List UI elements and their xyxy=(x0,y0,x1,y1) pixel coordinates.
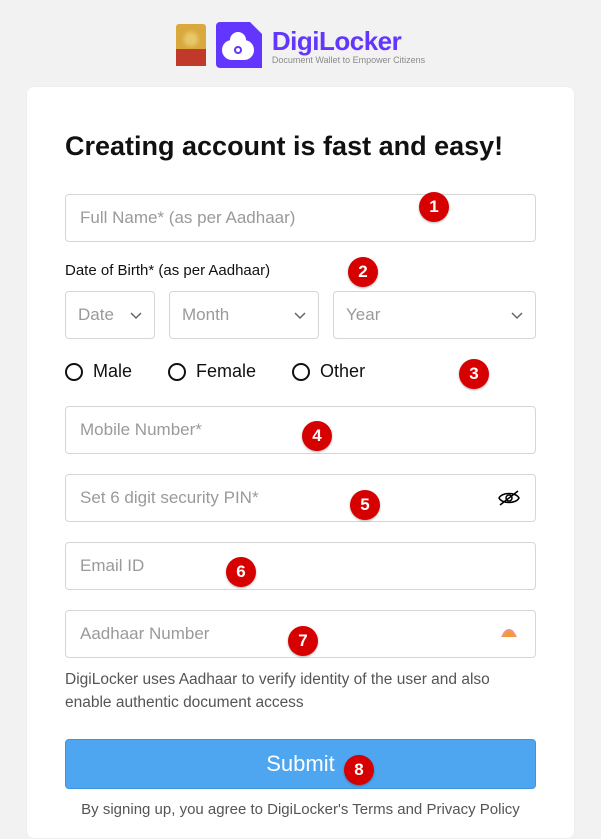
dob-row: Date Month Year xyxy=(65,291,536,339)
gender-male-radio[interactable]: Male xyxy=(65,361,132,382)
annotation-badge-1: 1 xyxy=(419,192,449,222)
annotation-badge-2: 2 xyxy=(348,257,378,287)
email-field[interactable] xyxy=(65,542,536,590)
annotation-badge-4: 4 xyxy=(302,421,332,451)
security-pin-field[interactable] xyxy=(65,474,536,522)
submit-button[interactable]: Submit xyxy=(65,739,536,789)
radio-icon xyxy=(168,363,186,381)
dob-label: Date of Birth* (as per Aadhaar) xyxy=(65,262,536,279)
aadhaar-help-text: DigiLocker uses Aadhaar to verify identi… xyxy=(65,668,536,715)
mobile-number-field[interactable] xyxy=(65,406,536,454)
email-input[interactable] xyxy=(80,556,521,576)
radio-icon xyxy=(65,363,83,381)
radio-icon xyxy=(292,363,310,381)
dob-date-select[interactable]: Date xyxy=(65,291,155,339)
gender-other-label: Other xyxy=(320,361,365,382)
dob-year-select[interactable]: Year xyxy=(333,291,536,339)
eye-off-icon[interactable] xyxy=(497,490,521,506)
annotation-badge-5: 5 xyxy=(350,490,380,520)
digilocker-logo-icon xyxy=(216,22,262,68)
brand-title: DigiLocker xyxy=(272,26,425,57)
dob-month-value: Month xyxy=(182,305,229,325)
gender-female-radio[interactable]: Female xyxy=(168,361,256,382)
dob-year-value: Year xyxy=(346,305,380,325)
annotation-badge-8: 8 xyxy=(344,755,374,785)
annotation-badge-3: 3 xyxy=(459,359,489,389)
chevron-down-icon xyxy=(130,309,142,321)
full-name-field[interactable] xyxy=(65,194,536,242)
brand-tagline: Document Wallet to Empower Citizens xyxy=(272,55,425,65)
mobile-number-input[interactable] xyxy=(80,420,521,440)
full-name-input[interactable] xyxy=(80,208,521,228)
submit-button-label: Submit xyxy=(266,751,334,777)
national-emblem-icon xyxy=(176,24,206,66)
dob-month-select[interactable]: Month xyxy=(169,291,319,339)
brand-text: DigiLocker Document Wallet to Empower Ci… xyxy=(272,26,425,65)
security-pin-input[interactable] xyxy=(80,488,521,508)
chevron-down-icon xyxy=(294,309,306,321)
dob-date-value: Date xyxy=(78,305,114,325)
page-title: Creating account is fast and easy! xyxy=(65,131,536,162)
terms-text: By signing up, you agree to DigiLocker's… xyxy=(65,801,536,818)
chevron-down-icon xyxy=(511,309,523,321)
header-logo: DigiLocker Document Wallet to Empower Ci… xyxy=(0,0,601,86)
annotation-badge-7: 7 xyxy=(288,626,318,656)
gender-female-label: Female xyxy=(196,361,256,382)
signup-card: Creating account is fast and easy! 1 Dat… xyxy=(26,86,575,839)
aadhaar-icon xyxy=(497,627,521,641)
annotation-badge-6: 6 xyxy=(226,557,256,587)
gender-other-radio[interactable]: Other xyxy=(292,361,365,382)
gender-male-label: Male xyxy=(93,361,132,382)
